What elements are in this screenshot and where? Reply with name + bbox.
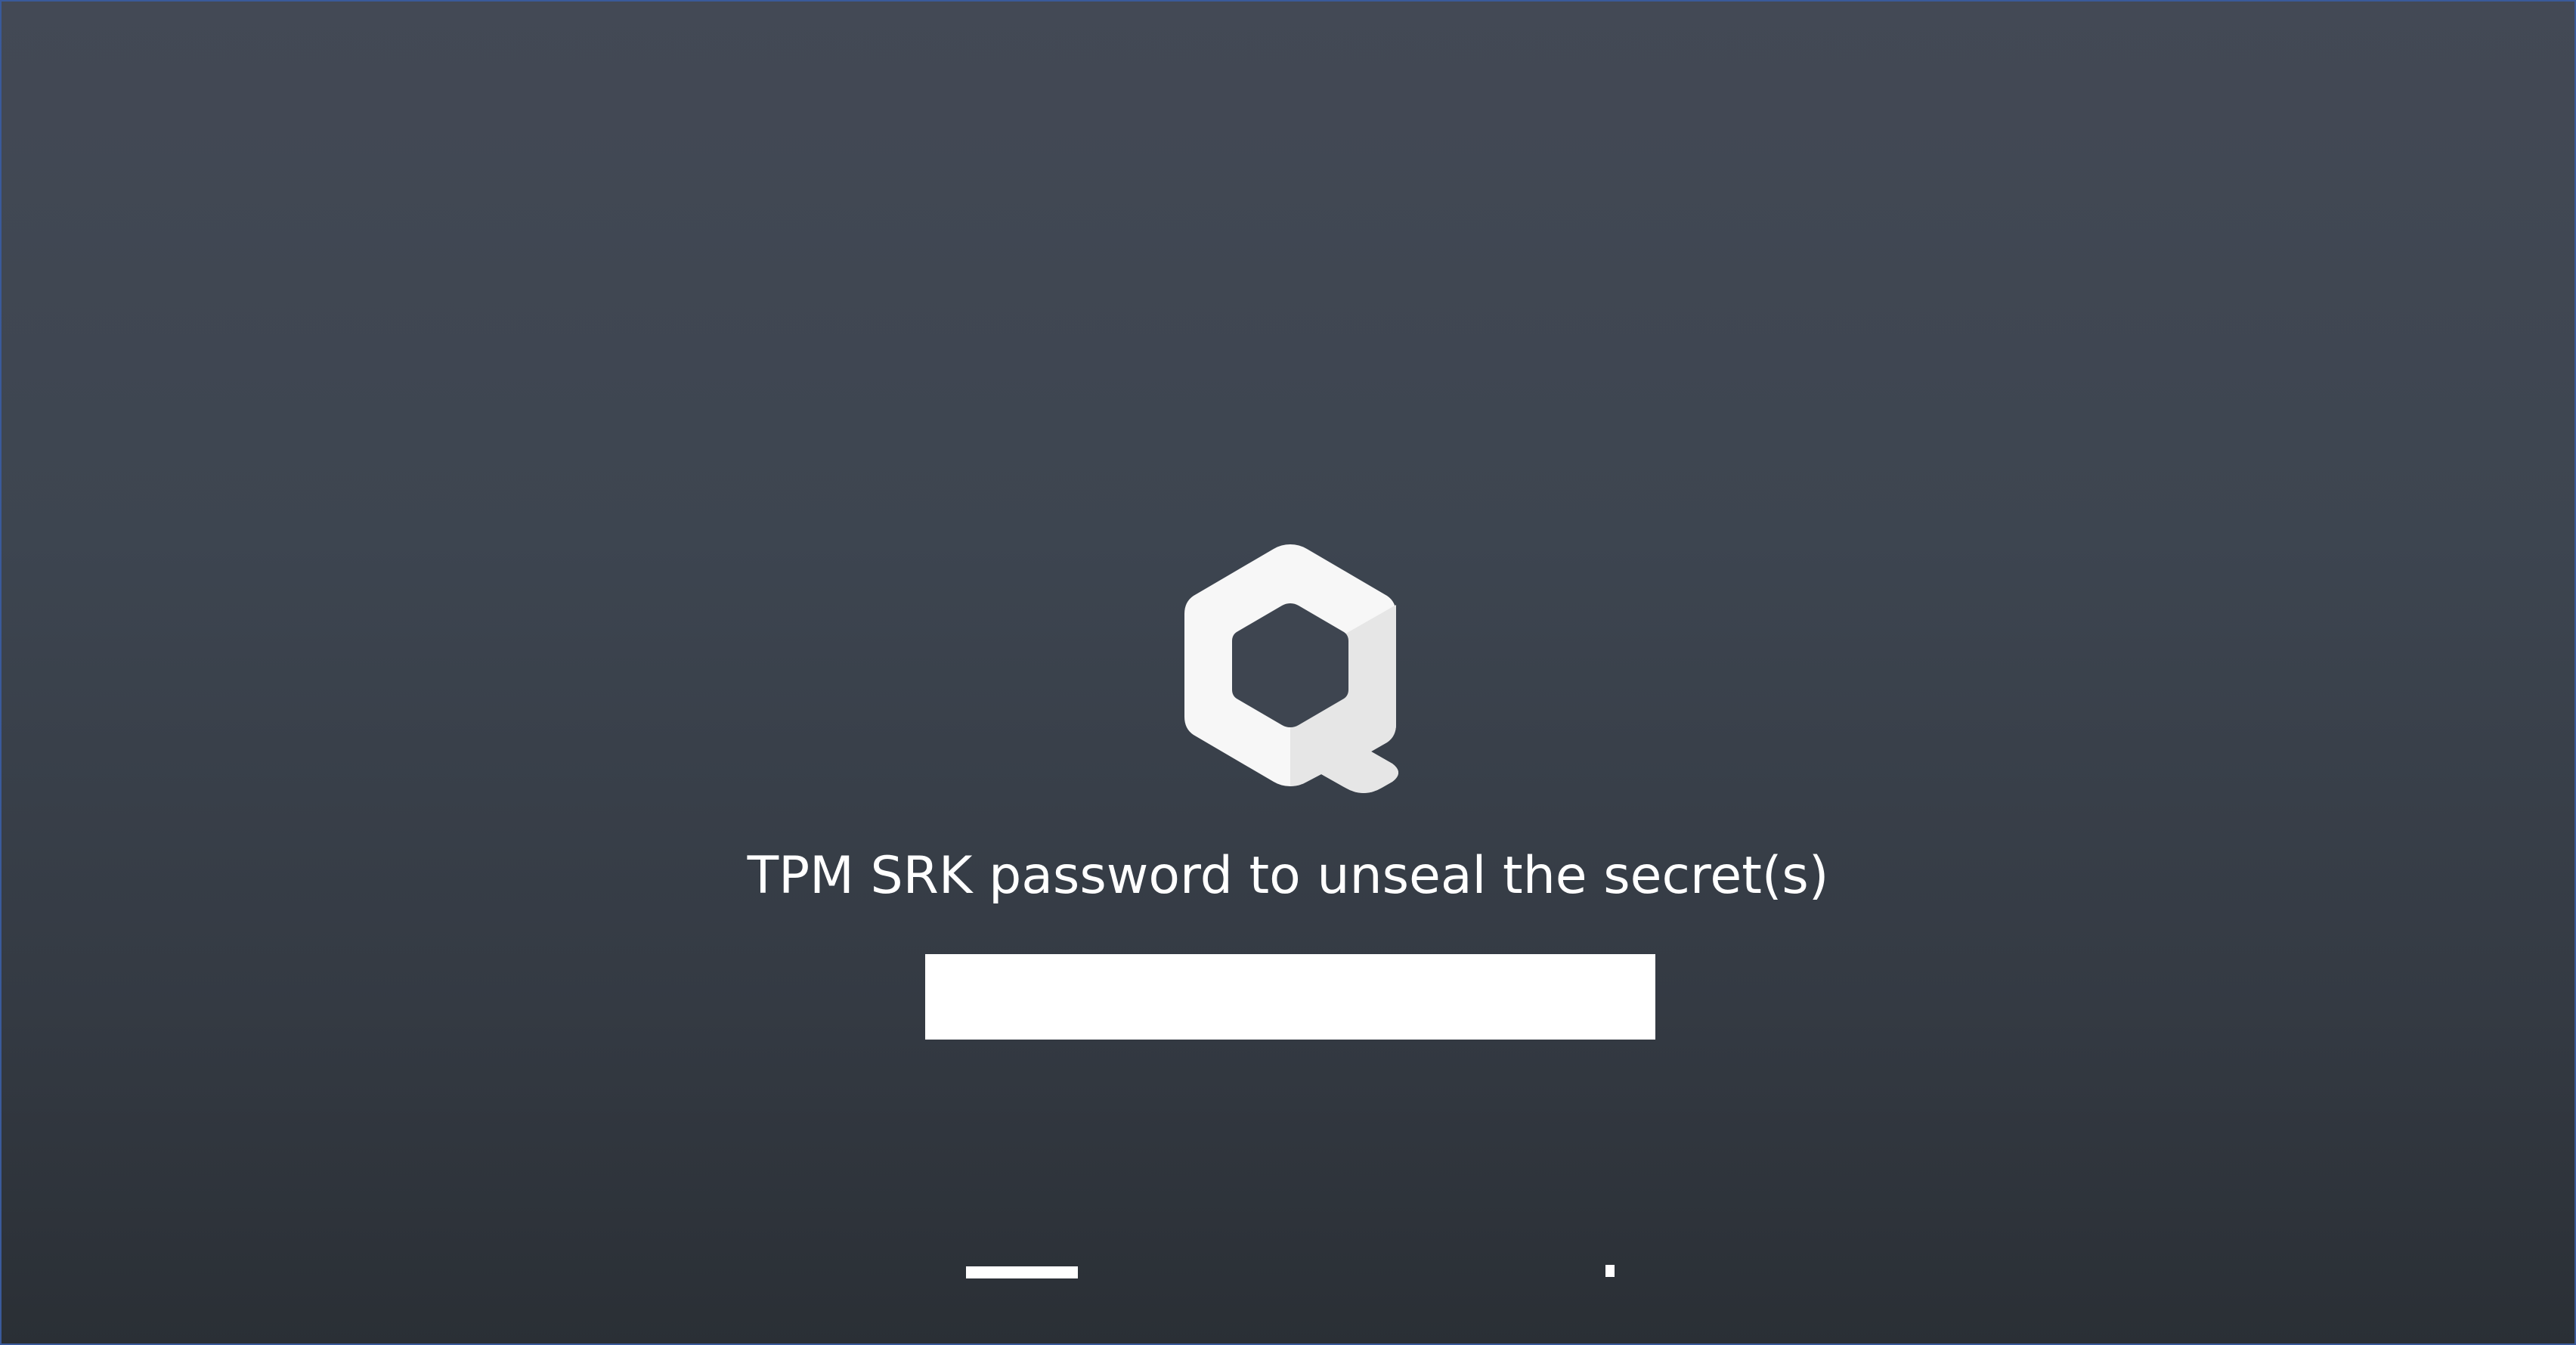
password-prompt-label: TPM SRK password to unseal the secret(s) bbox=[747, 846, 1829, 906]
qubes-logo-icon bbox=[1184, 544, 1398, 793]
progress-indicator-right bbox=[1605, 1265, 1615, 1277]
boot-screen: { "prompt": { "text": "TPM SRK password … bbox=[0, 0, 2576, 1345]
progress-indicator-left bbox=[966, 1266, 1078, 1278]
password-input[interactable] bbox=[925, 954, 1655, 1040]
